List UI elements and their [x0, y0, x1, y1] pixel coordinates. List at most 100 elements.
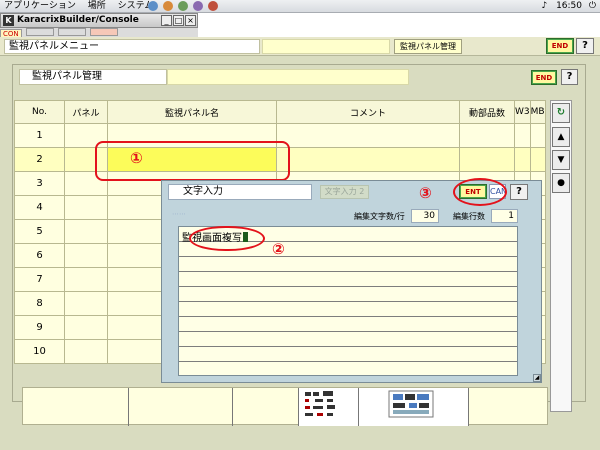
annotation-ring-2 — [189, 226, 265, 251]
refresh-icon[interactable]: ↻ — [552, 103, 570, 123]
column-header-panel: パネル — [64, 100, 108, 124]
annotation-mark-3: ③ — [419, 184, 432, 202]
column-header-comment: コメント — [276, 100, 460, 124]
panel-help-button[interactable]: ? — [561, 69, 578, 85]
text-input-2-button[interactable]: 文字入力 2 — [320, 185, 369, 199]
row-number: 4 — [14, 195, 65, 220]
editor-line[interactable] — [179, 347, 517, 362]
annotation-ring-1 — [95, 141, 290, 181]
tab[interactable] — [90, 28, 119, 36]
triangle-down-icon[interactable]: ▼ — [552, 150, 570, 170]
circle-icon[interactable]: ● — [552, 173, 570, 193]
clock[interactable]: 16:50 — [556, 1, 582, 11]
chars-per-line-label: 編集文字数/行 — [354, 212, 405, 221]
editor-line[interactable] — [179, 272, 517, 287]
text-input-dialog: 文字入力 文字入力 2 ENT CAN ? ⋯⋯ 編集文字数/行 30 編集行数… — [161, 178, 542, 383]
resize-grip-icon[interactable]: ◢ — [533, 374, 541, 382]
comment-cell[interactable] — [276, 123, 460, 148]
system-top-bar: アプリケーション 場所 システム ♪ 16:50 ⏻ — [0, 0, 600, 13]
menu-title: 監視パネルメニュー — [4, 39, 260, 54]
close-icon[interactable]: × — [185, 15, 196, 26]
mail-icon[interactable] — [162, 1, 173, 11]
panel-cell[interactable] — [64, 339, 108, 364]
mb-cell[interactable] — [529, 147, 546, 172]
preview-cell[interactable] — [299, 388, 359, 426]
chars-per-line-value: 30 — [411, 209, 439, 223]
window-title: KaracrixBuilder/Console — [17, 15, 139, 25]
annotation-mark-2: ② — [272, 240, 285, 258]
window-titlebar: K KaracrixBuilder/Console _ □ × — [0, 13, 198, 28]
row-number: 10 — [14, 339, 65, 364]
comment-cell[interactable] — [276, 147, 460, 172]
panel-preview-thumbnail — [388, 390, 434, 418]
mb-cell[interactable] — [529, 123, 546, 148]
terminal-icon[interactable] — [177, 1, 188, 11]
column-header-name: 監視パネル名 — [107, 100, 277, 124]
annotation-ring-3 — [453, 178, 507, 206]
panel-cell[interactable] — [64, 243, 108, 268]
line-count-label: 編集行数 — [453, 212, 485, 221]
editor-line[interactable] — [179, 302, 517, 317]
minimize-icon[interactable]: _ — [161, 15, 172, 26]
menu-applications[interactable]: アプリケーション — [4, 1, 76, 11]
menu-places[interactable]: 場所 — [88, 1, 106, 11]
row-number: 7 — [14, 267, 65, 292]
app-icon[interactable] — [207, 1, 218, 11]
preview-cell[interactable] — [233, 388, 299, 426]
speaker-icon[interactable]: ♪ — [541, 1, 547, 11]
panel-end-button[interactable]: END — [531, 70, 557, 85]
editor-line[interactable] — [179, 257, 517, 272]
editor-line[interactable] — [179, 332, 517, 347]
panel-cell[interactable] — [64, 195, 108, 220]
preview-cell[interactable] — [469, 388, 549, 426]
column-header-w3: W3 — [514, 100, 531, 124]
parts-cell[interactable] — [459, 123, 515, 148]
system-tray: ♪ 16:50 ⏻ — [541, 0, 596, 13]
panel-cell[interactable] — [64, 219, 108, 244]
column-header-mb: MB — [529, 100, 546, 124]
preview-cell[interactable] — [129, 388, 233, 426]
column-header-no: No. — [14, 100, 65, 124]
browser-icon[interactable] — [148, 1, 158, 11]
w3-cell[interactable] — [514, 147, 531, 172]
panel-title: 監視パネル管理 — [19, 69, 167, 85]
column-header-parts: 動部品数 — [459, 100, 515, 124]
tab[interactable] — [25, 28, 54, 36]
dialog-help-button[interactable]: ? — [510, 184, 528, 200]
w3-cell[interactable] — [514, 123, 531, 148]
panel-cell[interactable] — [64, 267, 108, 292]
panel-end-label: END — [533, 72, 555, 83]
power-icon[interactable]: ⏻ — [589, 1, 596, 11]
row-number: 6 — [14, 243, 65, 268]
dialog-faint-text: ⋯⋯ — [172, 210, 186, 218]
parts-cell[interactable] — [459, 147, 515, 172]
dialog-title: 文字入力 — [168, 184, 312, 200]
annotation-mark-1: ① — [130, 149, 143, 167]
line-count-value: 1 — [491, 209, 518, 223]
row-number: 9 — [14, 315, 65, 340]
scroll-column: ↻ ▲ ▼ ● — [550, 100, 572, 412]
panel-title-field — [167, 69, 409, 85]
system-menus: アプリケーション 場所 システム — [4, 0, 162, 13]
triangle-up-icon[interactable]: ▲ — [552, 127, 570, 147]
app-icon[interactable] — [192, 1, 203, 11]
row-number: 1 — [14, 123, 65, 148]
row-number: 8 — [14, 291, 65, 316]
panel-cell[interactable] — [64, 315, 108, 340]
tab[interactable] — [58, 28, 87, 36]
editor-line[interactable] — [179, 287, 517, 302]
end-label: END — [548, 40, 572, 52]
row-number: 3 — [14, 171, 65, 196]
table-header-row: No. パネル 監視パネル名 コメント 動部品数 W3 MB — [14, 100, 546, 124]
row-number: 2 — [14, 147, 65, 172]
app-header: 監視パネルメニュー 監視パネル管理 END ? — [0, 37, 600, 56]
preview-cell[interactable] — [359, 388, 469, 426]
end-button[interactable]: END — [546, 38, 574, 54]
help-button[interactable]: ? — [576, 38, 594, 54]
preview-cell[interactable] — [23, 388, 129, 426]
editor-line[interactable] — [179, 317, 517, 332]
screen-label: 監視パネル管理 — [394, 39, 462, 54]
panel-cell[interactable] — [64, 291, 108, 316]
maximize-icon[interactable]: □ — [173, 15, 184, 26]
window-tabs: CON — [0, 28, 198, 40]
